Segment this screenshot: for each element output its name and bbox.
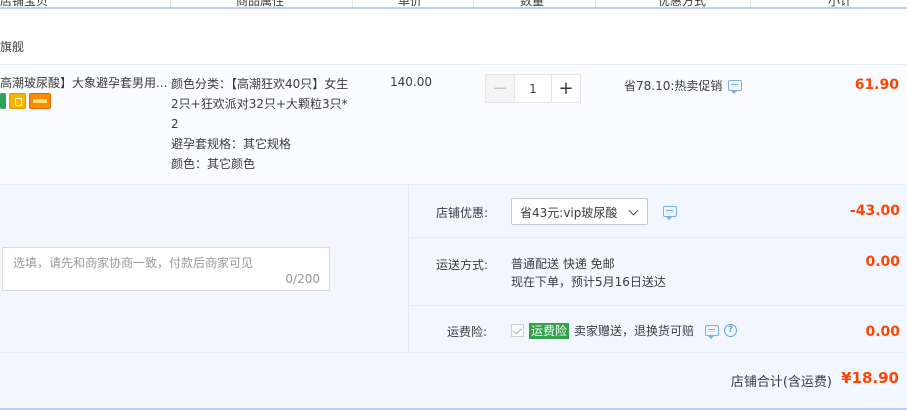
- insurance-info: 运费险 卖家赠送，退换货可赔 ?: [511, 322, 738, 339]
- header-col-promo: 优惠方式: [658, 0, 707, 8]
- order-options: 0/200 店铺优惠: 省43元:vip玻尿酸 -43.00 运送方式: 普通配…: [0, 185, 907, 353]
- header-col-subtotal: 小计: [828, 0, 853, 8]
- shipping-amount: 0.00: [865, 254, 900, 270]
- insurance-checkbox[interactable]: [511, 324, 524, 337]
- item-title-link[interactable]: 高潮玻尿酸】大象避孕套男用...: [0, 74, 168, 91]
- promo-text: 省78.10:热卖促销: [624, 79, 723, 93]
- order-summary-column: 店铺优惠: 省43元:vip玻尿酸 -43.00 运送方式: 普通配送 快递 免…: [408, 185, 907, 353]
- green-badge-icon[interactable]: [0, 93, 6, 109]
- decrease-quantity-button[interactable]: −: [485, 74, 515, 103]
- seller-note-input[interactable]: [3, 248, 329, 290]
- header-col-props: 商品属性: [236, 0, 285, 8]
- shipping-row: 运送方式: 普通配送 快递 免邮 现在下单，预计5月16日送达 0.00: [409, 238, 907, 306]
- table-header: 店铺宝贝 商品属性 单价 数量 优惠方式 小计: [0, 0, 907, 9]
- shop-discount-label: 店铺优惠:: [436, 206, 489, 220]
- insurance-tag: 运费险: [529, 322, 570, 339]
- shipping-info: 普通配送 快递 免邮 现在下单，预计5月16日送达: [511, 255, 666, 291]
- shop-total-amount: ¥18.90: [841, 369, 899, 387]
- chat-bubble-icon[interactable]: [705, 325, 720, 339]
- shop-total-label: 店铺合计(含运费): [730, 375, 832, 390]
- prop-color-category: 颜色分类：【高潮狂欢40只】女生2只+狂欢派对32只+大颗粒3只*2: [171, 77, 349, 131]
- shop-discount-row: 店铺优惠: 省43元:vip玻尿酸 -43.00: [409, 185, 907, 238]
- chat-bubble-icon[interactable]: [663, 206, 677, 220]
- seller-note-box: 0/200: [2, 247, 330, 291]
- quantity-input[interactable]: [515, 74, 551, 103]
- increase-quantity-button[interactable]: +: [551, 74, 581, 103]
- shop-discount-select[interactable]: 省43元:vip玻尿酸: [511, 198, 648, 225]
- shipping-label: 运送方式:: [436, 258, 489, 272]
- cart-item-row: 高潮玻尿酸】大象避孕套男用... 颜色分类：【高潮狂欢40只】女生2只+狂欢派对…: [0, 64, 907, 185]
- unit-price: 140.00: [390, 75, 432, 89]
- insurance-label: 运费险:: [447, 325, 488, 339]
- item-subtotal: 61.90: [854, 77, 899, 93]
- shop-discount-amount: -43.00: [849, 203, 900, 219]
- shipping-method: 普通配送 快递 免邮: [511, 257, 615, 271]
- chevron-down-icon: [628, 205, 639, 216]
- guarantee-badge-icon[interactable]: [9, 93, 26, 109]
- help-icon[interactable]: ?: [724, 324, 738, 337]
- header-col-item: 店铺宝贝: [0, 0, 49, 8]
- quantity-stepper: − +: [485, 74, 581, 103]
- chat-bubble-icon[interactable]: [728, 80, 743, 94]
- shop-total-row: 店铺合计(含运费) ¥18.90: [0, 353, 907, 410]
- item-promo: 省78.10:热卖促销: [624, 77, 743, 94]
- insurance-row: 运费险: 运费险 卖家赠送，退换货可赔 ? 0.00: [409, 306, 907, 353]
- card-badge-icon[interactable]: [29, 93, 51, 109]
- header-col-price: 单价: [398, 0, 423, 8]
- prop-spec: 避孕套规格：其它规格: [171, 137, 292, 151]
- insurance-amount: 0.00: [865, 324, 900, 340]
- shop-discount-selected: 省43元:vip玻尿酸: [520, 206, 618, 220]
- prop-color: 颜色：其它颜色: [171, 157, 256, 171]
- header-col-qty: 数量: [520, 0, 545, 8]
- service-badges: [0, 93, 51, 111]
- shop-name[interactable]: 旗舰: [0, 38, 24, 55]
- note-char-count: 0/200: [285, 272, 320, 286]
- insurance-text: 卖家赠送，退换货可赔: [574, 324, 695, 338]
- item-properties: 颜色分类：【高潮狂欢40只】女生2只+狂欢派对32只+大颗粒3只*2 避孕套规格…: [171, 74, 351, 174]
- shipping-eta: 现在下单，预计5月16日送达: [511, 275, 666, 289]
